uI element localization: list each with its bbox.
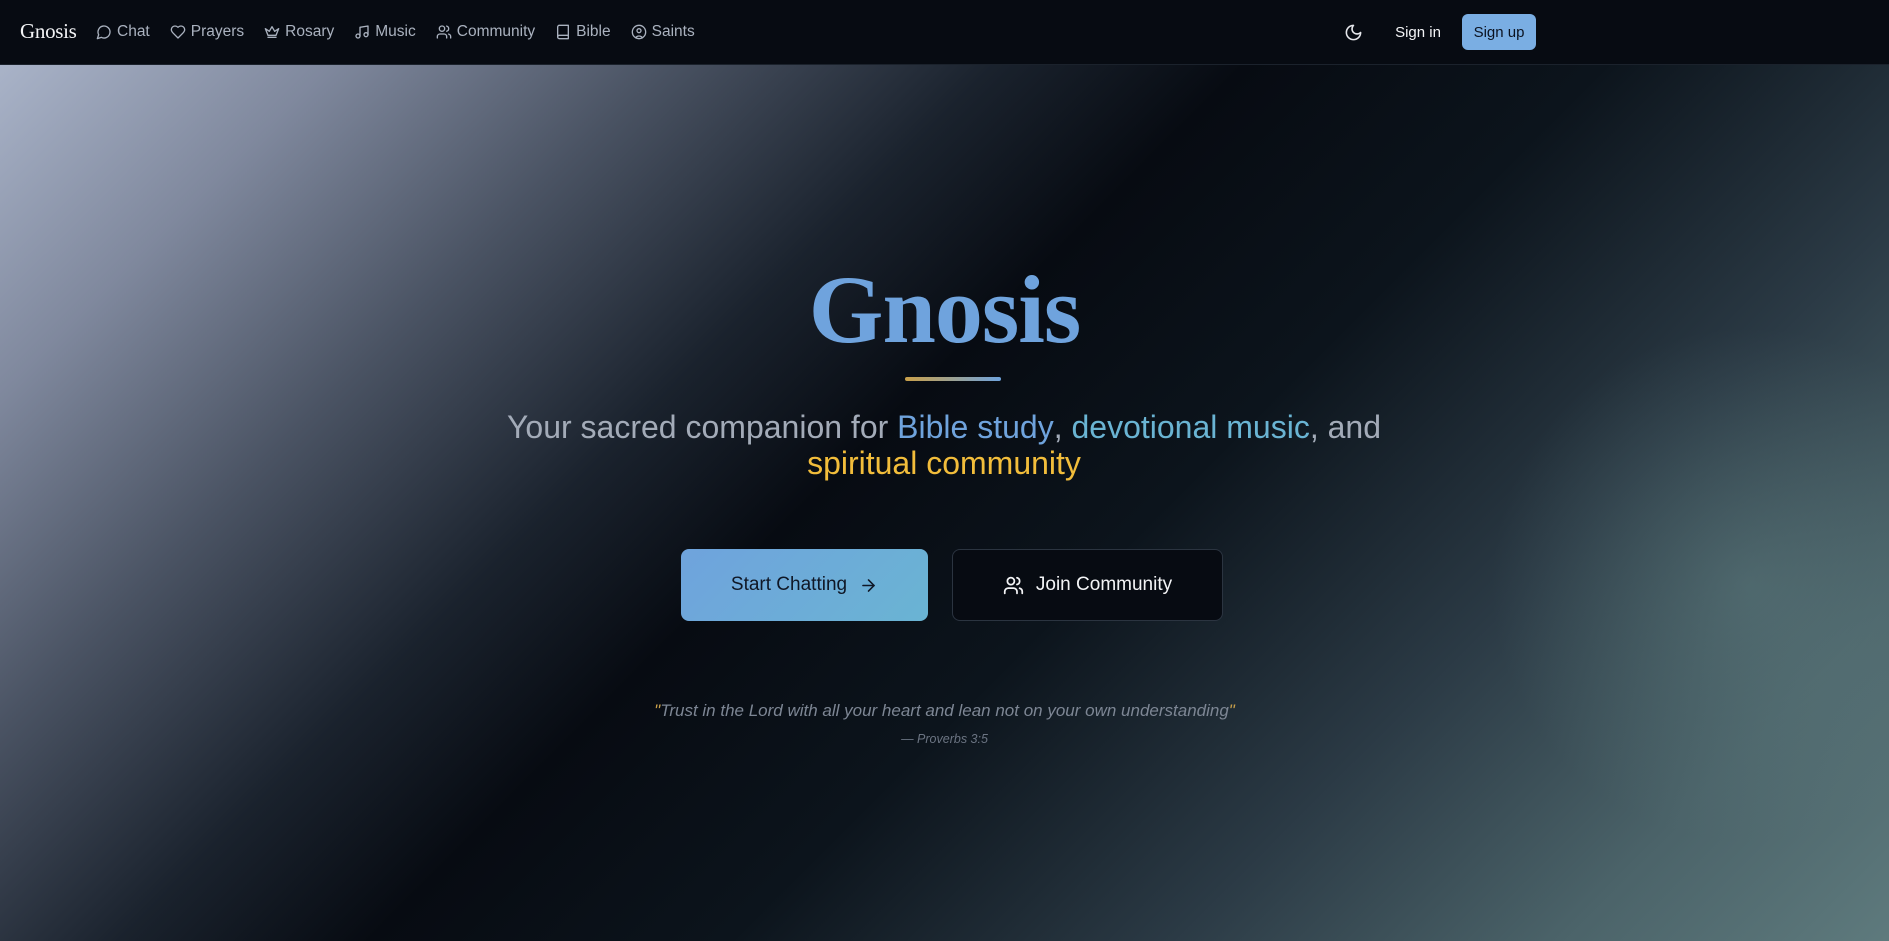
moon-icon bbox=[1345, 24, 1361, 40]
hero-section: Gnosis Your sacred companion for Bible s… bbox=[0, 65, 1889, 941]
sign-in-button[interactable]: Sign in bbox=[1390, 14, 1446, 50]
sign-up-button[interactable]: Sign up bbox=[1462, 14, 1536, 50]
heart-icon bbox=[170, 25, 186, 39]
tagline-highlight-spiritual-community: spiritual community bbox=[807, 445, 1081, 481]
nav-item-prayers[interactable]: Prayers bbox=[170, 23, 244, 41]
hero-background-glow bbox=[1489, 325, 1889, 845]
book-icon bbox=[557, 24, 570, 40]
start-chatting-label: Start Chatting bbox=[730, 574, 848, 595]
user-circle-icon bbox=[631, 24, 646, 40]
quote-close-mark: " bbox=[1228, 701, 1235, 720]
nav-item-label: Music bbox=[375, 23, 416, 40]
nav-item-label: Rosary bbox=[285, 23, 335, 40]
tagline-highlight-bible-study: Bible study bbox=[897, 409, 1054, 445]
message-circle-icon bbox=[96, 25, 111, 40]
start-chatting-button[interactable]: Start Chatting bbox=[681, 549, 928, 621]
tagline-highlight-devotional-music: devotional music bbox=[1071, 409, 1310, 445]
users-icon bbox=[436, 25, 452, 39]
nav-item-saints[interactable]: Saints bbox=[631, 23, 695, 41]
nav-item-label: Saints bbox=[651, 23, 695, 40]
theme-toggle-button[interactable] bbox=[1339, 18, 1367, 46]
nav-item-bible[interactable]: Bible bbox=[555, 23, 611, 41]
crown-icon bbox=[264, 26, 280, 38]
quote-reference: — Proverbs 3:5 bbox=[901, 732, 988, 746]
top-navbar: Gnosis Chat Prayers Rosary Music Communi… bbox=[0, 0, 1889, 65]
quote-text: Trust in the Lord with all your heart an… bbox=[660, 701, 1229, 720]
tagline-separator: , bbox=[1053, 409, 1072, 445]
nav-item-label: Community bbox=[456, 23, 536, 40]
hero-tagline: Your sacred companion for Bible study, d… bbox=[494, 409, 1394, 481]
nav-item-chat[interactable]: Chat bbox=[96, 23, 150, 41]
nav-item-music[interactable]: Music bbox=[354, 23, 416, 41]
tagline-separator: , and bbox=[1309, 409, 1381, 445]
nav-item-label: Prayers bbox=[190, 23, 245, 40]
nav-item-rosary[interactable]: Rosary bbox=[264, 23, 334, 41]
arrow-right-icon bbox=[862, 578, 875, 592]
music-note-icon bbox=[355, 25, 369, 39]
join-community-label: Join Community bbox=[1035, 574, 1173, 595]
nav-item-community[interactable]: Community bbox=[436, 23, 535, 41]
join-community-button[interactable]: Join Community bbox=[952, 549, 1223, 621]
users-icon bbox=[1003, 576, 1024, 594]
tagline-prefix: Your sacred companion for bbox=[507, 409, 898, 445]
title-divider bbox=[905, 377, 1001, 381]
nav-item-label: Bible bbox=[576, 23, 611, 40]
nav-item-label: Chat bbox=[117, 23, 150, 40]
hero-title: Gnosis bbox=[808, 256, 1081, 363]
brand-logo[interactable]: Gnosis bbox=[20, 19, 77, 44]
main-nav: Chat Prayers Rosary Music Community Bibl… bbox=[96, 0, 695, 64]
scripture-quote: "Trust in the Lord with all your heart a… bbox=[0, 701, 1889, 721]
